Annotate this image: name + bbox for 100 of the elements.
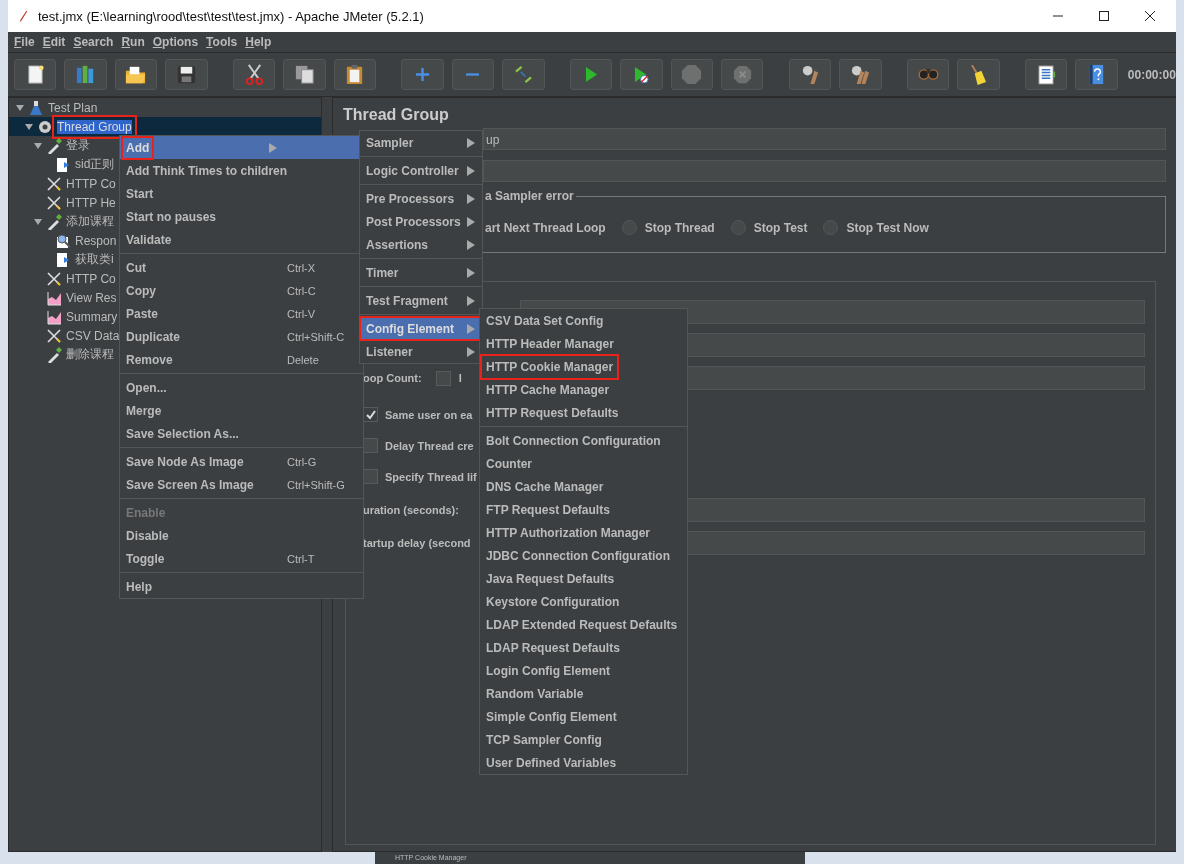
menu-item[interactable]: Help bbox=[245, 35, 272, 49]
menu-item[interactable]: Save Selection As... bbox=[120, 422, 363, 445]
menu-item[interactable]: Sampler bbox=[360, 131, 482, 154]
menu-item[interactable]: HTTP Header Manager bbox=[480, 332, 687, 355]
menu-item[interactable]: Assertions bbox=[360, 233, 482, 256]
menu-item[interactable]: Run bbox=[121, 35, 145, 49]
radio-option[interactable]: Stop Test Now bbox=[823, 220, 929, 235]
menu-item[interactable]: Logic Controller bbox=[360, 159, 482, 182]
toolbar-button[interactable] bbox=[232, 59, 276, 90]
toolbar-button[interactable] bbox=[114, 59, 158, 90]
tree-node[interactable]: 添加课程 bbox=[66, 213, 114, 230]
flask-icon bbox=[28, 99, 44, 116]
submenu-arrow-icon bbox=[467, 239, 475, 250]
menu-item[interactable]: LDAP Request Defaults bbox=[480, 636, 687, 659]
menu-item[interactable]: Search bbox=[73, 35, 114, 49]
infinite-checkbox[interactable] bbox=[435, 370, 451, 386]
expand-toggle-icon[interactable] bbox=[15, 102, 25, 113]
tree-node[interactable]: 登录 bbox=[66, 137, 90, 154]
toolbar-button[interactable] bbox=[283, 59, 326, 90]
menu-item[interactable]: Disable bbox=[120, 524, 363, 547]
toolbar-button[interactable] bbox=[165, 59, 208, 90]
menu-item[interactable]: User Defined Variables bbox=[480, 751, 687, 774]
tree-node[interactable]: Test Plan bbox=[48, 100, 98, 115]
magnifier-icon bbox=[55, 232, 71, 249]
menu-item[interactable]: JDBC Connection Configuration bbox=[480, 544, 687, 567]
menu-item[interactable]: Keystore Configuration bbox=[480, 590, 687, 613]
toolbar-button[interactable] bbox=[788, 59, 832, 90]
tree-node[interactable]: Respon bbox=[75, 233, 117, 248]
menu-item[interactable]: Help bbox=[120, 575, 363, 598]
menu-item[interactable]: Pre Processors bbox=[360, 187, 482, 210]
tree-node[interactable]: 删除课程 bbox=[66, 346, 114, 363]
expand-toggle-icon[interactable] bbox=[33, 140, 43, 151]
menu-item[interactable]: Start bbox=[120, 182, 363, 205]
menu-item[interactable]: Timer bbox=[360, 261, 482, 284]
menu-item[interactable]: Save Screen As Image Ctrl+Shift-G bbox=[120, 473, 363, 496]
tree-node[interactable]: Summary bbox=[66, 309, 118, 324]
menu-item[interactable]: Listener bbox=[360, 340, 482, 363]
menu-item[interactable]: Cut Ctrl-X bbox=[120, 256, 363, 279]
close-icon[interactable] bbox=[1144, 10, 1156, 22]
menu-item[interactable]: Login Config Element bbox=[480, 659, 687, 682]
maximize-icon[interactable] bbox=[1098, 10, 1110, 22]
menu-item[interactable]: Remove Delete bbox=[120, 348, 363, 371]
menu-item[interactable]: HTTP Cache Manager bbox=[480, 378, 687, 401]
menu-item[interactable]: HTTP Authorization Manager bbox=[480, 521, 687, 544]
menu-item[interactable]: Duplicate Ctrl+Shift-C bbox=[120, 325, 363, 348]
menu-item[interactable]: Bolt Connection Configuration bbox=[480, 429, 687, 452]
menu-item[interactable]: Simple Config Element bbox=[480, 705, 687, 728]
tree-node[interactable]: HTTP Co bbox=[66, 271, 116, 286]
pipette-icon bbox=[46, 213, 62, 230]
toolbar-button[interactable] bbox=[957, 59, 1000, 90]
toolbar-button[interactable] bbox=[14, 59, 57, 90]
submenu-arrow-icon bbox=[467, 165, 475, 176]
menu-item[interactable]: Validate bbox=[120, 228, 363, 251]
expand-toggle-icon[interactable] bbox=[24, 121, 34, 132]
tree-node[interactable]: HTTP He bbox=[66, 195, 116, 210]
menu-item[interactable]: CSV Data Set Config bbox=[480, 309, 687, 332]
toolbar-button[interactable] bbox=[1025, 59, 1068, 90]
crossed-tools-icon bbox=[46, 175, 62, 192]
menu-item[interactable]: Copy Ctrl-C bbox=[120, 279, 363, 302]
menu-item[interactable]: File bbox=[14, 35, 35, 49]
menu-item[interactable]: Random Variable bbox=[480, 682, 687, 705]
menu-item[interactable]: LDAP Extended Request Defaults bbox=[480, 613, 687, 636]
name-field[interactable]: up bbox=[483, 128, 1166, 150]
menu-item[interactable]: TCP Sampler Config bbox=[480, 728, 687, 751]
menu-item[interactable]: Paste Ctrl-V bbox=[120, 302, 363, 325]
menu-item[interactable]: Config Element bbox=[360, 317, 482, 340]
toolbar-button[interactable] bbox=[839, 59, 882, 90]
menu-item[interactable]: FTP Request Defaults bbox=[480, 498, 687, 521]
tree-node[interactable]: View Res bbox=[66, 290, 117, 305]
tree-node[interactable]: HTTP Co bbox=[66, 176, 116, 191]
panel-title: Thread Group bbox=[343, 106, 450, 124]
menu-item[interactable]: Edit bbox=[42, 35, 66, 49]
menu-item[interactable]: HTTP Request Defaults bbox=[480, 401, 687, 424]
radio-option[interactable]: Stop Thread bbox=[621, 220, 715, 235]
tree-node[interactable]: 获取类i bbox=[75, 251, 114, 268]
menu-item[interactable]: Options bbox=[152, 35, 199, 49]
crossed-tools-icon bbox=[46, 327, 62, 344]
expand-toggle-icon[interactable] bbox=[33, 216, 43, 227]
toolbar-button[interactable] bbox=[333, 59, 376, 90]
menu-item[interactable]: Test Fragment bbox=[360, 289, 482, 312]
menu-item[interactable]: Open... bbox=[120, 376, 363, 399]
menu-item[interactable]: Counter bbox=[480, 452, 687, 475]
menu-item[interactable]: Tools bbox=[206, 35, 238, 49]
radio-option[interactable]: Stop Test bbox=[730, 220, 808, 235]
menu-item[interactable]: Toggle Ctrl-T bbox=[120, 547, 363, 570]
tree-node[interactable]: CSV Data bbox=[66, 328, 120, 343]
comments-field[interactable] bbox=[483, 160, 1166, 182]
submenu-arrow-icon bbox=[467, 323, 475, 334]
menu-item[interactable]: DNS Cache Manager bbox=[480, 475, 687, 498]
menu-item[interactable]: Add Think Times to children bbox=[120, 159, 363, 182]
tree-node[interactable]: sid正则 bbox=[75, 156, 115, 173]
menu-item[interactable]: Post Processors bbox=[360, 210, 482, 233]
menu-item[interactable]: Java Request Defaults bbox=[480, 567, 687, 590]
menu-item[interactable]: HTTP Cookie Manager bbox=[480, 355, 687, 378]
window-title: test.jmx (E:\learning\rood\test\test\test.jmx) - Apache JMeter (5.2.1) bbox=[38, 8, 424, 24]
pipettes-icon bbox=[514, 66, 532, 83]
menu-item[interactable]: Merge bbox=[120, 399, 363, 422]
menu-item[interactable]: Save Node As Image Ctrl-G bbox=[120, 450, 363, 473]
menu-item[interactable]: Start no pauses bbox=[120, 205, 363, 228]
toolbar-button[interactable] bbox=[1075, 59, 1118, 90]
